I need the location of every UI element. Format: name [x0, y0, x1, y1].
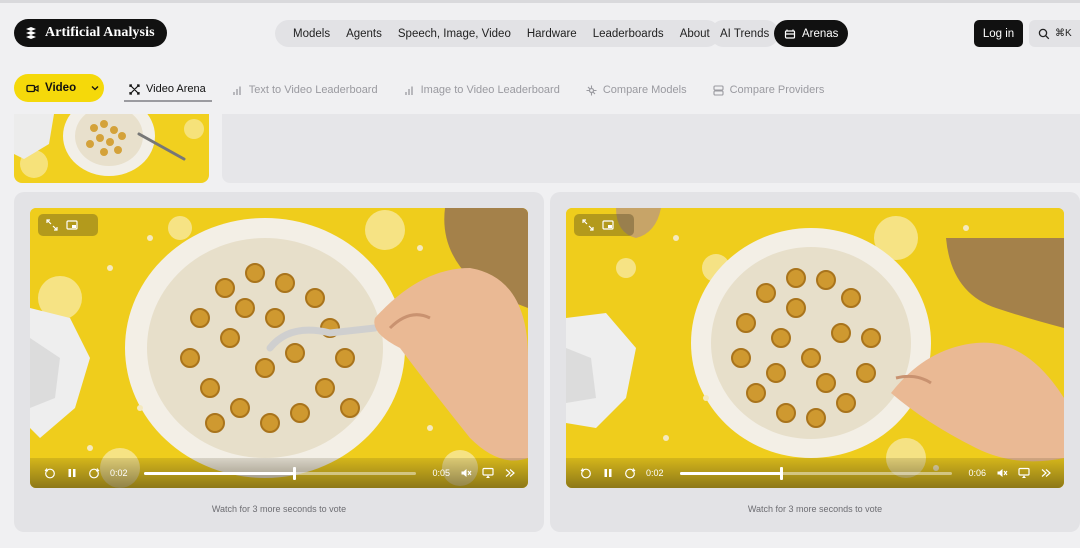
- current-time: 0:02: [646, 468, 664, 478]
- vote-hint: Watch for 3 more seconds to vote: [211, 504, 347, 514]
- nav-item-agents[interactable]: Agents: [338, 28, 390, 40]
- tab-compare-models[interactable]: Compare Models: [580, 78, 693, 102]
- ai-trends-label: AI Trends: [720, 27, 770, 40]
- cereal-bowl-thumbnail: [14, 114, 209, 183]
- nav-item-hardware[interactable]: Hardware: [519, 28, 585, 40]
- nav-item-speech-image-video[interactable]: Speech, Image, Video: [390, 28, 519, 40]
- video-player-b[interactable]: 0:02 0:06: [566, 208, 1064, 488]
- arena-icon: [784, 29, 796, 39]
- logo[interactable]: Artificial Analysis: [14, 19, 167, 47]
- nav-item-ai-trends[interactable]: AI Trends: [710, 20, 780, 47]
- seek-bar-handle[interactable]: [779, 466, 783, 480]
- server-icon: [713, 84, 724, 96]
- video-thumbnail[interactable]: [14, 114, 209, 183]
- seek-bar-handle[interactable]: [292, 466, 296, 480]
- video-top-controls: [574, 214, 634, 236]
- airplay-icon[interactable]: [1018, 467, 1030, 479]
- video-controls: 0:02 0:05: [30, 458, 528, 488]
- login-button[interactable]: Log in: [974, 20, 1023, 47]
- upper-panel: [222, 114, 1080, 183]
- duration: 0:05: [432, 468, 450, 478]
- more-controls-icon[interactable]: [1040, 467, 1052, 479]
- compare-icon: [586, 85, 597, 95]
- modality-dropdown[interactable]: Video: [14, 74, 104, 102]
- search-icon: [1038, 28, 1050, 39]
- swords-icon: [129, 83, 140, 95]
- seek-bar[interactable]: [679, 466, 953, 480]
- modality-label: Video: [45, 82, 77, 94]
- tab-compare-providers[interactable]: Compare Providers: [707, 78, 831, 102]
- nav-item-arenas[interactable]: Arenas: [774, 20, 849, 47]
- search-shortcut: ⌘K: [1055, 28, 1072, 39]
- mute-icon[interactable]: [996, 467, 1008, 479]
- video-top-controls: [38, 214, 98, 236]
- airplay-icon[interactable]: [482, 467, 494, 479]
- sub-tabs: Video Arena Text to Video Leaderboard Im…: [124, 78, 844, 102]
- tab-video-arena[interactable]: Video Arena: [124, 78, 212, 102]
- rewind-icon[interactable]: [580, 467, 592, 479]
- logo-mark-icon: [26, 27, 36, 39]
- cereal-video-frame: [30, 208, 528, 488]
- rewind-icon[interactable]: [44, 467, 56, 479]
- arenas-label: Arenas: [802, 27, 839, 40]
- picture-in-picture-icon[interactable]: [66, 219, 78, 231]
- fast-forward-icon[interactable]: [88, 467, 100, 479]
- pause-icon[interactable]: [66, 467, 78, 479]
- seek-bar-fill: [143, 471, 294, 475]
- top-border: [0, 0, 1080, 3]
- main-nav: Models Agents Speech, Image, Video Hardw…: [275, 20, 720, 47]
- duration: 0:06: [968, 468, 986, 478]
- video-camera-icon: [26, 84, 39, 92]
- tab-label: Compare Models: [602, 84, 687, 96]
- tab-label: Image to Video Leaderboard: [420, 84, 560, 96]
- bar-chart-icon: [404, 86, 413, 95]
- nav-item-leaderboards[interactable]: Leaderboards: [585, 28, 672, 40]
- picture-in-picture-icon[interactable]: [602, 219, 614, 231]
- tab-label: Text to Video Leaderboard: [248, 84, 378, 96]
- tab-label: Compare Providers: [729, 84, 825, 96]
- chevron-down-icon: [91, 86, 99, 91]
- vote-hint: Watch for 3 more seconds to vote: [747, 504, 883, 514]
- tab-label: Video Arena: [146, 83, 206, 95]
- expand-icon[interactable]: [46, 219, 58, 231]
- video-controls: 0:02 0:06: [566, 458, 1064, 488]
- seek-bar[interactable]: [143, 466, 417, 480]
- cereal-video-frame: [566, 208, 1064, 488]
- arena-card-b: 0:02 0:06 Watch for 3 more seconds to vo…: [550, 192, 1080, 532]
- arena-card-a: 0:02 0:05 Watch for 3 more seconds to vo…: [14, 192, 544, 532]
- pause-icon[interactable]: [602, 467, 614, 479]
- seek-bar-fill: [679, 471, 781, 475]
- fast-forward-icon[interactable]: [624, 467, 636, 479]
- expand-icon[interactable]: [582, 219, 594, 231]
- more-controls-icon[interactable]: [504, 467, 516, 479]
- tab-text-to-video-leaderboard[interactable]: Text to Video Leaderboard: [226, 78, 384, 102]
- nav-item-models[interactable]: Models: [285, 28, 338, 40]
- current-time: 0:02: [110, 468, 128, 478]
- search-button[interactable]: ⌘K: [1029, 20, 1080, 47]
- bar-chart-icon: [233, 86, 241, 95]
- tab-image-to-video-leaderboard[interactable]: Image to Video Leaderboard: [398, 78, 566, 102]
- logo-text: Artificial Analysis: [45, 25, 155, 40]
- video-player-a[interactable]: 0:02 0:05: [30, 208, 528, 488]
- mute-icon[interactable]: [460, 467, 472, 479]
